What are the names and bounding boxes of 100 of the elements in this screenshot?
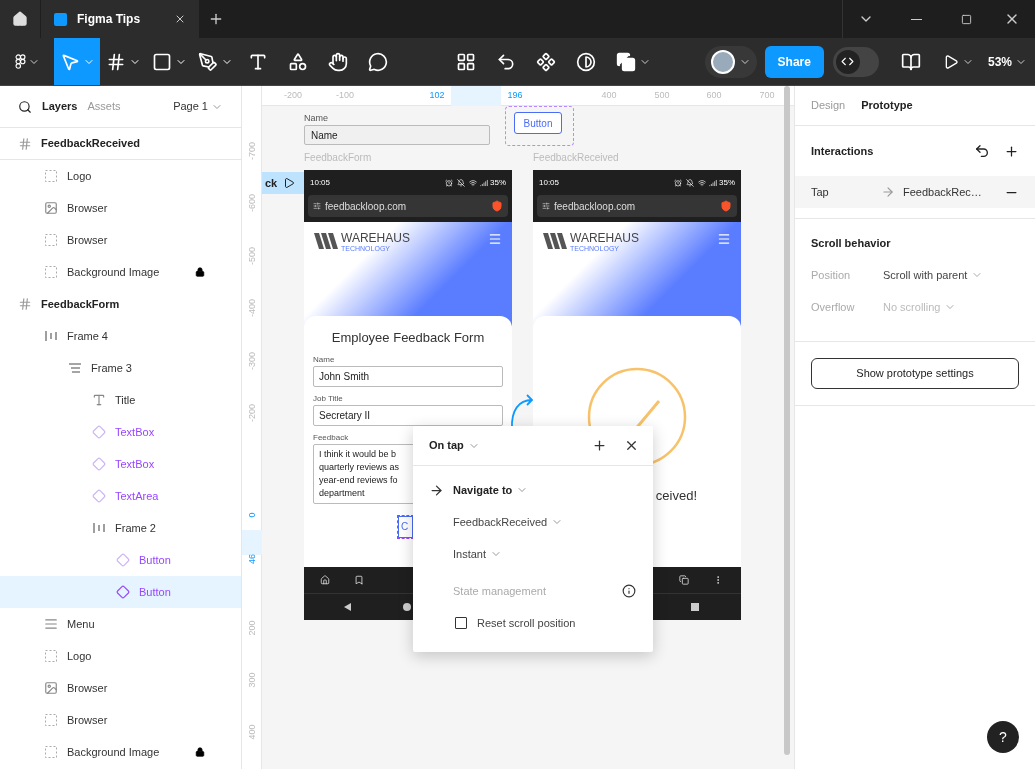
layer-row[interactable]: Frame 2 [0,512,241,544]
layer-row[interactable]: Background Image [0,736,241,768]
info-icon[interactable] [622,584,636,598]
diamond-icon [116,553,130,567]
component-button[interactable]: Button [514,112,562,134]
setting-label: Position [811,267,852,283]
ruler-label: 46 [246,553,258,565]
menu-icon[interactable] [717,232,731,246]
home-button[interactable] [0,0,40,38]
arrow-right-icon [429,482,444,498]
flow-start-label[interactable]: ck [262,172,304,194]
text-line: I think it would be b [319,447,397,461]
layer-row[interactable]: FeedbackReceived [0,128,241,160]
text-line: year-end reviews fo [319,473,398,487]
form-title: Employee Feedback Form [330,329,486,347]
layer-row[interactable]: FeedbackForm [0,288,241,320]
layer-row[interactable]: Browser [0,672,241,704]
file-icon [54,12,67,26]
checkbox[interactable] [455,617,467,629]
add-icon[interactable] [1004,143,1019,159]
layer-row[interactable]: Frame 4 [0,320,241,352]
layer-row[interactable]: TextBox [0,416,241,448]
close-icon[interactable] [624,438,639,453]
url-bar[interactable]: feedbackloop.com [308,195,508,217]
dashed-square-icon [44,649,58,663]
file-tab[interactable]: Figma Tips [41,0,199,38]
rows-icon [68,361,82,375]
frame-icon [18,136,32,151]
input-field[interactable]: John Smith [313,365,503,387]
ruler-highlight [451,86,501,106]
setting-dropdown[interactable]: Scroll with parent [883,266,984,284]
input-field[interactable]: Secretary II [313,404,503,426]
text-line: quarterly reviews as [319,460,400,474]
shield-icon [491,200,503,212]
maximize-icon [960,13,972,25]
ruler-label: 700 [759,89,775,102]
avatar-button[interactable] [704,45,757,78]
layer-row[interactable]: Background Image [0,256,241,288]
bookmark-icon[interactable] [354,575,364,585]
layer-row[interactable]: TextBox [0,448,241,480]
book-icon[interactable] [900,51,921,72]
diamond-icon [116,585,130,599]
layer-row[interactable]: Browser [0,224,241,256]
wifi-icon [469,178,477,187]
close-tab-icon[interactable] [174,13,186,25]
layer-row[interactable]: Logo [0,640,241,672]
sliders-icon [542,202,550,210]
diamond-icon [92,489,106,503]
ruler-label: 0 [246,511,258,520]
text-line: department [319,486,365,500]
layer-row[interactable]: Button [0,576,241,608]
ruler-label: 400 [601,89,617,102]
layer-row[interactable]: Menu [0,608,241,640]
tabs-icon[interactable] [679,575,689,585]
layer-row[interactable]: TextArea [0,480,241,512]
url-bar[interactable]: feedbackloop.com [537,195,737,217]
layer-row[interactable]: Button [0,544,241,576]
contrast-icon[interactable] [576,51,596,72]
checkbox-label: Reset scroll position [477,615,576,631]
menu-icon[interactable] [488,232,502,246]
minimize-icon [910,18,922,20]
brand-name: WAREHAUS [570,232,639,244]
animation-dropdown[interactable]: Instant [453,538,503,570]
layer-row[interactable]: Logo [0,160,241,192]
home-icon[interactable] [320,575,330,585]
dashed-square-icon [44,745,58,759]
image-icon [44,681,58,695]
back-icon[interactable] [344,603,352,611]
layer-row[interactable]: Frame 3 [0,352,241,384]
return-arrow-icon[interactable] [496,51,516,72]
component-icon[interactable] [536,51,556,72]
alarm-icon [674,178,682,187]
image-icon [44,201,58,215]
ruler-label: -200 [284,89,302,102]
boolean-button[interactable] [616,51,651,72]
clock-text: 10:05 [310,176,331,189]
return-arrow-icon[interactable] [974,143,990,159]
ruler-label: -100 [336,89,354,102]
field-label: Name [304,112,328,125]
zoom-button[interactable]: 53% [987,52,1027,71]
panel-tab[interactable]: Layers [42,98,78,115]
layer-row[interactable]: Title [0,384,241,416]
dev-mode-toggle[interactable] [832,46,879,77]
interaction-row[interactable]: Tap FeedbackRec… [795,176,1035,208]
ruler-label: 200 [246,622,258,634]
help-button[interactable]: ? [987,721,1019,753]
logo-icon [314,233,338,249]
comment-icon [368,51,388,72]
cancel-button[interactable]: C [398,515,413,538]
prototype-settings-button[interactable]: Show prototype settings [811,358,1019,389]
home-icon [12,11,28,27]
search-icon[interactable] [18,99,32,114]
panel-tab[interactable]: Prototype [861,97,913,114]
grid-icon[interactable] [456,51,476,72]
layer-row[interactable]: Browser [0,192,241,224]
pen-icon [197,51,218,72]
page-dropdown[interactable]: Page 1 [173,98,223,115]
layer-row[interactable]: Browser [0,704,241,736]
destination-dropdown[interactable]: FeedbackReceived [453,506,564,538]
add-icon[interactable] [592,438,607,453]
